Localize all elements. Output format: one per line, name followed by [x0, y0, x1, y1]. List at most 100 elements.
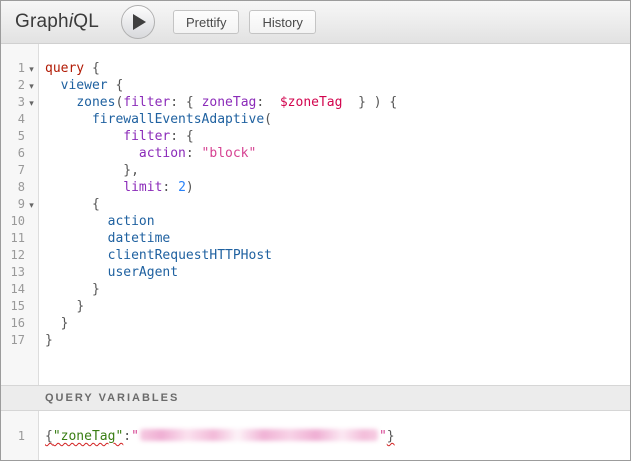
token-pun: : {: [170, 95, 201, 110]
code-line[interactable]: 10 action: [1, 213, 630, 230]
token-pun: [45, 78, 61, 93]
token-pun: [45, 299, 76, 314]
line-number: 10: [1, 213, 25, 230]
line-number: 1: [1, 428, 25, 445]
code-line[interactable]: 4 firewallEventsAdaptive(: [1, 111, 630, 128]
token-arg: zoneTag: [202, 95, 257, 110]
logo-text: QL: [73, 11, 99, 32]
code-line[interactable]: 14 }: [1, 281, 630, 298]
token-fld: zones: [76, 95, 115, 110]
prettify-button[interactable]: Prettify: [173, 10, 239, 34]
toolbar: GraphiQL Prettify History: [1, 1, 630, 44]
query-variables-title-bar[interactable]: QUERY VARIABLES: [1, 385, 630, 411]
token-pun: :: [256, 95, 279, 110]
line-number: 3: [1, 94, 25, 111]
code-line[interactable]: 11 datetime: [1, 230, 630, 247]
line-number: 17: [1, 332, 25, 349]
code-line[interactable]: 7 },: [1, 162, 630, 179]
code-text: },: [39, 162, 139, 179]
code-line[interactable]: 5 filter: {: [1, 128, 630, 145]
gutter-cell: 10: [1, 213, 39, 230]
token-pun: [45, 95, 76, 110]
gutter-cell: 4: [1, 111, 39, 128]
line-number: 16: [1, 315, 25, 332]
code-text: {: [39, 196, 100, 213]
token-pun: : {: [170, 129, 193, 144]
line-number: 4: [1, 111, 25, 128]
code-text: query {: [39, 60, 100, 77]
token-str: "block": [202, 146, 257, 161]
token-pun: {: [84, 61, 100, 76]
play-icon: [133, 14, 146, 30]
code-line[interactable]: 6 action: "block": [1, 145, 630, 162]
code-text: action: [39, 213, 155, 230]
token-pun: } ) {: [342, 95, 397, 110]
code-line[interactable]: 1▾query {: [1, 60, 630, 77]
token-fld: action: [108, 214, 155, 229]
execute-query-button[interactable]: [121, 5, 155, 39]
fold-arrow-icon[interactable]: ▾: [25, 95, 38, 112]
code-line[interactable]: 8 limit: 2): [1, 179, 630, 196]
line-number: 11: [1, 230, 25, 247]
gutter-cell: 2▾: [1, 77, 39, 95]
token-str: ": [379, 429, 387, 444]
line-number: 14: [1, 281, 25, 298]
token-pun: [45, 163, 123, 178]
gutter-cell: 3▾: [1, 94, 39, 112]
query-editor[interactable]: 1▾query {2▾ viewer {3▾ zones(filter: { z…: [1, 44, 630, 385]
code-line[interactable]: 15 }: [1, 298, 630, 315]
code-line[interactable]: 17}: [1, 332, 630, 349]
code-text: limit: 2): [39, 179, 194, 196]
token-fld: userAgent: [108, 265, 178, 280]
graphiql-logo: GraphiQL: [15, 11, 99, 33]
code-text: filter: {: [39, 128, 194, 145]
code-line[interactable]: 12 clientRequestHTTPHost: [1, 247, 630, 264]
token-pun: [45, 248, 108, 263]
query-variables-editor[interactable]: 1{"zoneTag":""}: [1, 411, 630, 460]
gutter-cell: 9▾: [1, 196, 39, 214]
gutter-cell: 1▾: [1, 60, 39, 78]
token-fld: viewer: [61, 78, 108, 93]
graphiql-window: GraphiQL Prettify History 1▾query {2▾ vi…: [0, 0, 631, 461]
token-arg: filter: [123, 95, 170, 110]
code-text: }: [39, 281, 100, 298]
gutter-cell: 6: [1, 145, 39, 162]
line-number: 8: [1, 179, 25, 196]
token-pun: [45, 231, 108, 246]
code-text: userAgent: [39, 264, 178, 281]
line-number: 9: [1, 196, 25, 213]
gutter-cell: 17: [1, 332, 39, 349]
token-pun: }: [45, 333, 53, 348]
redacted-value-blur: [140, 429, 378, 441]
code-text: }: [39, 332, 53, 349]
token-arg: action: [139, 146, 186, 161]
gutter-cell: 13: [1, 264, 39, 281]
line-number: 13: [1, 264, 25, 281]
code-line[interactable]: 2▾ viewer {: [1, 77, 630, 94]
token-pun: :: [123, 429, 131, 444]
gutter-cell: 1: [1, 428, 39, 445]
token-kw: query: [45, 61, 84, 76]
fold-arrow-icon[interactable]: ▾: [25, 197, 38, 214]
code-line[interactable]: 13 userAgent: [1, 264, 630, 281]
code-line[interactable]: 9▾ {: [1, 196, 630, 213]
token-pun: ): [186, 180, 194, 195]
code-line[interactable]: 16 }: [1, 315, 630, 332]
gutter-cell: 16: [1, 315, 39, 332]
fold-arrow-icon[interactable]: ▾: [25, 78, 38, 95]
token-pun: }: [92, 282, 100, 297]
history-button[interactable]: History: [249, 10, 315, 34]
code-text: }: [39, 298, 84, 315]
gutter-cell: 8: [1, 179, 39, 196]
code-line[interactable]: 3▾ zones(filter: { zoneTag: $zoneTag } )…: [1, 94, 630, 111]
line-number: 5: [1, 128, 25, 145]
fold-arrow-icon[interactable]: ▾: [25, 61, 38, 78]
gutter-cell: 15: [1, 298, 39, 315]
token-pun: }: [61, 316, 69, 331]
token-fld: datetime: [108, 231, 171, 246]
token-pun: [45, 146, 139, 161]
token-vr: $zoneTag: [280, 95, 343, 110]
token-pun: [45, 214, 108, 229]
variables-line[interactable]: 1{"zoneTag":""}: [1, 428, 630, 445]
code-text: zones(filter: { zoneTag: $zoneTag } ) {: [39, 94, 397, 111]
